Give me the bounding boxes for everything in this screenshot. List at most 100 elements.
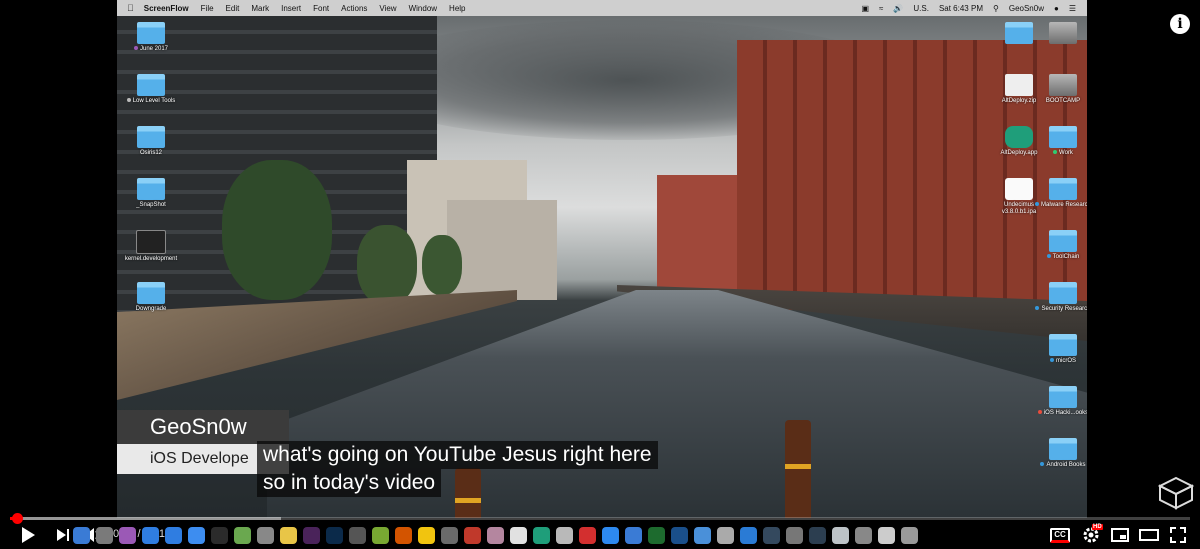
menu-app-name[interactable]: ScreenFlow (138, 4, 195, 13)
dock-app-icon[interactable] (119, 527, 136, 544)
spotlight-icon[interactable]: ⚲ (988, 4, 1004, 13)
folder-icon (1049, 178, 1077, 200)
desktop-icon[interactable]: Work (1033, 126, 1087, 157)
theater-mode-button[interactable] (1138, 524, 1160, 546)
dock-app-icon[interactable] (533, 527, 550, 544)
dock-app-icon[interactable] (855, 527, 872, 544)
info-icon[interactable]: i (1170, 14, 1190, 34)
right-building-far (657, 175, 747, 295)
color-tag (1050, 358, 1054, 362)
desktop-icon[interactable]: Low Level Tools (121, 74, 181, 105)
menu-insert[interactable]: Insert (275, 4, 307, 13)
dock-app-icon[interactable] (579, 527, 596, 544)
menu-actions[interactable]: Actions (335, 4, 373, 13)
dock-app-icon[interactable] (96, 527, 113, 544)
play-button[interactable] (16, 524, 40, 546)
desktop-icon-label: Malware Research (1033, 202, 1087, 209)
dock-app-icon[interactable] (464, 527, 481, 544)
desktop-icon[interactable]: iOS Hacki...ooks (1033, 386, 1087, 417)
dock-app-icon[interactable] (188, 527, 205, 544)
desktop-icon[interactable]: Osiris12 (121, 126, 181, 157)
dock-app-icon[interactable] (694, 527, 711, 544)
desktop-icon-label: BOOTCAMP (1045, 98, 1081, 104)
settings-button[interactable]: HD (1079, 524, 1103, 546)
dock-app-icon[interactable] (602, 527, 619, 544)
dock-app-icon[interactable] (372, 527, 389, 544)
fullscreen-button[interactable] (1167, 524, 1189, 546)
play-icon (22, 527, 35, 543)
dock-app-icon[interactable] (740, 527, 757, 544)
dock-app-icon[interactable] (142, 527, 159, 544)
cube-icon[interactable] (1158, 476, 1194, 510)
dock-app-icon[interactable] (441, 527, 458, 544)
dock-app-icon[interactable] (717, 527, 734, 544)
video-player[interactable]:  ScreenFlow File Edit Mark Insert Font … (0, 0, 1200, 549)
desktop-icon[interactable]: kernel.development (121, 230, 181, 263)
dock-app-icon[interactable] (763, 527, 780, 544)
menu-mark[interactable]: Mark (245, 4, 275, 13)
progress-scrubber[interactable] (12, 513, 24, 524)
menubar-user[interactable]: GeoSn0w (1004, 4, 1049, 13)
dock-app-icon[interactable] (510, 527, 527, 544)
dock-app-icon[interactable] (418, 527, 435, 544)
dock-app-icon[interactable] (303, 527, 320, 544)
ipa-icon (1005, 178, 1033, 200)
dock-app-icon[interactable] (395, 527, 412, 544)
dock-app-icon[interactable] (234, 527, 251, 544)
dock-app-icon[interactable] (901, 527, 918, 544)
apple-icon[interactable]:  (117, 3, 138, 13)
dock-app-icon[interactable] (257, 527, 274, 544)
dock-app-icon[interactable] (671, 527, 688, 544)
disk-icon (1049, 74, 1077, 96)
menu-file[interactable]: File (195, 4, 220, 13)
dock-app-icon[interactable] (648, 527, 665, 544)
dock-app-icon[interactable] (326, 527, 343, 544)
desktop-icon[interactable]: Android Books (1033, 438, 1087, 469)
dock-app-icon[interactable] (487, 527, 504, 544)
folder-icon (137, 22, 165, 44)
left-building-3 (447, 200, 557, 300)
input-source[interactable]: U.S. (908, 4, 934, 13)
captions-button[interactable]: CC (1049, 524, 1071, 546)
disk-icon (1049, 22, 1077, 44)
color-tag (1034, 202, 1039, 206)
dock-app-icon[interactable] (349, 527, 366, 544)
menu-edit[interactable]: Edit (220, 4, 246, 13)
folder-icon (1049, 230, 1077, 252)
desktop-icon[interactable]: Downgrade (121, 282, 181, 313)
desktop-icon[interactable]: Malware Research (1033, 178, 1087, 209)
siri-icon[interactable]: ● (1049, 4, 1064, 13)
volume-icon[interactable]: 🔊 (888, 4, 908, 13)
desktop-icon[interactable]: Security Research (1033, 282, 1087, 313)
dock-app-icon[interactable] (280, 527, 297, 544)
progress-bar[interactable] (10, 513, 1190, 524)
dock-app-icon[interactable] (809, 527, 826, 544)
dock-app-icon[interactable] (832, 527, 849, 544)
desktop-icon[interactable]: BOOTCAMP (1033, 74, 1087, 105)
tree (357, 225, 417, 305)
color-tag (1037, 410, 1042, 414)
menu-font[interactable]: Font (307, 4, 335, 13)
screenflow-status-icon[interactable]: ▣ (856, 4, 874, 13)
folder-icon (1005, 22, 1033, 44)
wifi-icon[interactable]: ≈ (874, 4, 888, 13)
notification-center-icon[interactable]: ☰ (1064, 4, 1081, 13)
dock-app-icon[interactable] (878, 527, 895, 544)
menubar-clock[interactable]: Sat 6:43 PM (934, 4, 988, 13)
menu-help[interactable]: Help (443, 4, 471, 13)
dock-app-icon[interactable] (556, 527, 573, 544)
desktop-icon[interactable] (1033, 22, 1087, 46)
dock-app-icon[interactable] (625, 527, 642, 544)
menu-view[interactable]: View (373, 4, 402, 13)
dock-app-icon[interactable] (786, 527, 803, 544)
miniplayer-button[interactable] (1109, 524, 1131, 546)
menu-window[interactable]: Window (403, 4, 443, 13)
desktop-icon[interactable]: June 2017 (121, 22, 181, 53)
desktop-icon[interactable]: _SnapShot (121, 178, 181, 209)
dock-app-icon[interactable] (73, 527, 90, 544)
desktop-icon[interactable]: ToolChain (1033, 230, 1087, 261)
desktop-icon[interactable]: micrOS (1033, 334, 1087, 365)
dock-app-icon[interactable] (211, 527, 228, 544)
hd-badge: HD (1092, 524, 1103, 530)
dock-app-icon[interactable] (165, 527, 182, 544)
